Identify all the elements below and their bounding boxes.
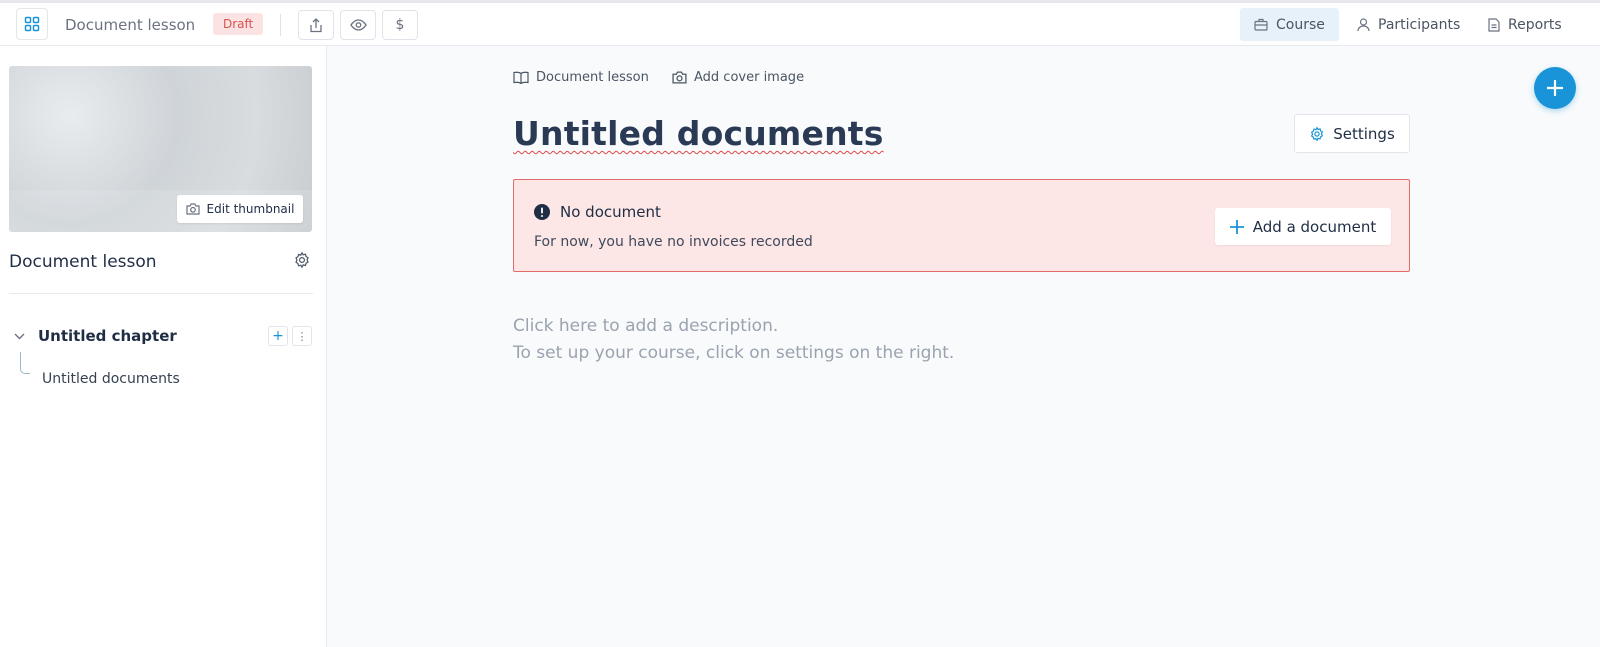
page-title[interactable]: Untitled documents — [513, 114, 884, 153]
gear-icon — [295, 251, 309, 269]
gear-icon — [1311, 125, 1324, 142]
lesson-type-text: Document lesson — [536, 70, 649, 85]
description-line-2: To set up your course, click on settings… — [513, 343, 955, 363]
alert-icon — [534, 204, 550, 220]
add-lesson-button[interactable]: + — [268, 326, 288, 346]
alert-body: For now, you have no invoices recorded — [534, 234, 813, 250]
lesson-title: Document lesson — [65, 16, 196, 34]
dollar-icon: $ — [395, 17, 405, 33]
toolbar-divider — [280, 14, 281, 36]
add-cover-image-label: Add cover image — [694, 70, 805, 85]
camera-icon — [185, 203, 200, 215]
settings-button[interactable]: Settings — [1294, 114, 1410, 153]
sidebar-item-untitled-documents[interactable]: Untitled documents — [42, 371, 180, 387]
chevron-down-icon[interactable] — [14, 329, 25, 343]
add-content-fab[interactable] — [1534, 67, 1576, 109]
sidebar-divider — [9, 293, 313, 294]
add-cover-image-button[interactable]: Add cover image — [672, 70, 804, 85]
alert-heading-text: No document — [560, 203, 661, 221]
document-icon — [1488, 17, 1500, 32]
edit-thumbnail-label: Edit thumbnail — [206, 202, 295, 216]
sidebar-lesson-title: Document lesson — [9, 252, 157, 272]
share-button[interactable] — [298, 10, 334, 40]
more-vertical-icon: ⋮ — [296, 329, 308, 343]
description-line-1: Click here to add a description. — [513, 316, 779, 336]
tab-course[interactable]: Course — [1240, 8, 1339, 41]
tab-course-label: Course — [1276, 16, 1325, 33]
user-icon — [1357, 17, 1370, 31]
description-placeholder[interactable]: Click here to add a description. To set … — [513, 313, 954, 367]
tree-connector — [20, 352, 30, 374]
lesson-type-label: Document lesson — [513, 70, 649, 85]
top-bar: Document lesson Draft $ Course Participa… — [0, 0, 1600, 46]
edit-thumbnail-button[interactable]: Edit thumbnail — [177, 195, 303, 223]
sidebar: Edit thumbnail Document lesson Untitled … — [0, 46, 327, 647]
alert-heading: No document — [534, 203, 661, 221]
chapter-more-button[interactable]: ⋮ — [292, 326, 312, 346]
tab-participants-label: Participants — [1378, 16, 1461, 33]
add-document-button[interactable]: Add a document — [1215, 208, 1391, 245]
pricing-button[interactable]: $ — [382, 10, 418, 40]
page-title-text: Untitled documents — [513, 114, 884, 153]
camera-icon — [672, 71, 687, 84]
tab-reports[interactable]: Reports — [1474, 8, 1576, 41]
add-document-label: Add a document — [1252, 217, 1377, 236]
book-icon — [513, 71, 529, 84]
plus-icon — [1547, 80, 1563, 96]
apps-grid-button[interactable] — [16, 8, 48, 40]
tab-participants[interactable]: Participants — [1343, 8, 1474, 41]
plus-icon: + — [272, 328, 284, 344]
status-badge: Draft — [213, 13, 264, 35]
briefcase-icon — [1254, 18, 1268, 31]
settings-label: Settings — [1333, 124, 1395, 143]
tab-reports-label: Reports — [1508, 16, 1562, 33]
no-document-alert: No document For now, you have no invoice… — [513, 179, 1410, 272]
chapter-title[interactable]: Untitled chapter — [38, 327, 177, 345]
plus-icon — [1229, 219, 1244, 234]
preview-button[interactable] — [340, 10, 376, 40]
eye-icon — [349, 19, 367, 31]
share-icon — [310, 17, 322, 32]
lesson-settings-button[interactable] — [293, 251, 311, 273]
grid-icon — [24, 16, 40, 32]
